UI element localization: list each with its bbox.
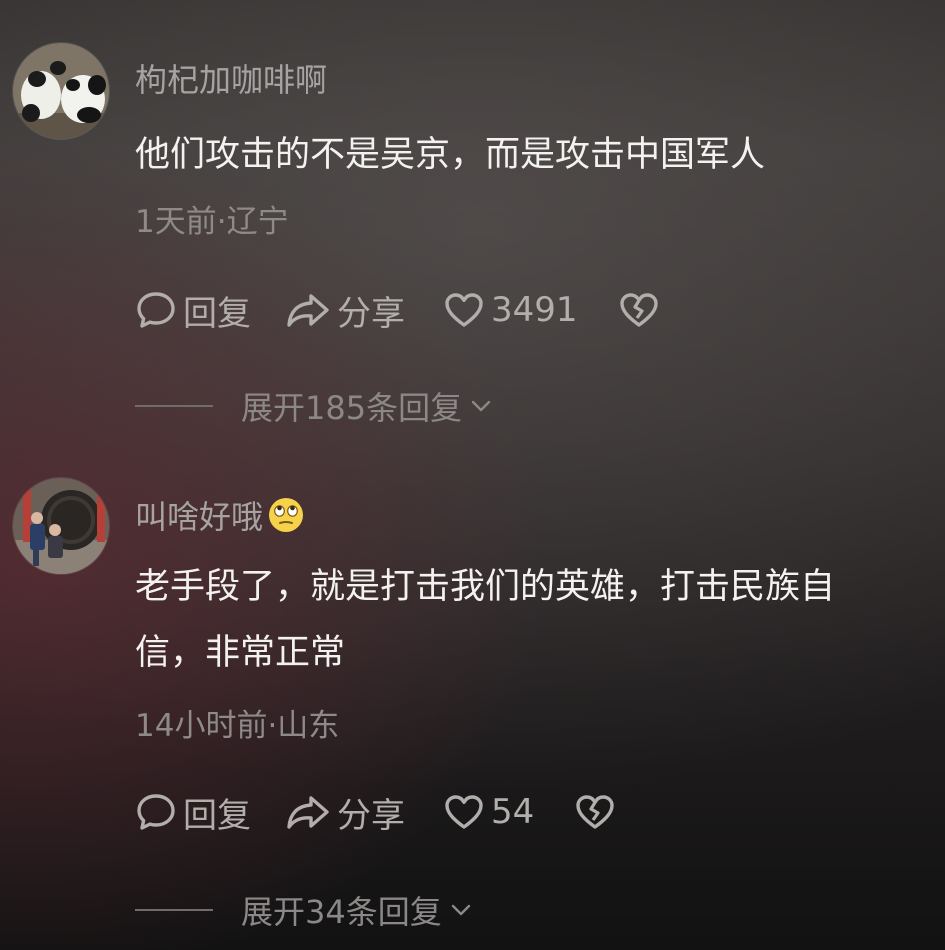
dislike-button[interactable] — [574, 793, 616, 831]
like-count: 3491 — [491, 290, 578, 330]
chevron-down-icon — [451, 904, 470, 916]
broken-heart-icon — [576, 795, 614, 829]
panda-photo-avatar — [13, 43, 109, 139]
expand-replies-button[interactable]: 展开185条回复 — [135, 386, 492, 427]
divider-line — [135, 909, 213, 911]
user-avatar[interactable] — [12, 42, 110, 140]
eye-roll-emoji — [269, 498, 304, 532]
username[interactable]: 叫啥好哦 — [135, 492, 305, 538]
comment-text: 老手段了，就是打击我们的英雄，打击民族自 信，非常正常 — [135, 567, 836, 673]
comment-actions: 回复 分享 54 — [135, 788, 616, 837]
reply-label: 回复 — [183, 795, 251, 836]
like-button[interactable]: 3491 — [443, 290, 578, 330]
like-count: 54 — [491, 792, 535, 832]
reply-bubble-icon — [137, 292, 175, 328]
share-label: 分享 — [337, 795, 405, 836]
expand-replies-label: 展开185条回复 — [241, 389, 463, 427]
comment-actions: 回复 分享 3491 — [135, 286, 660, 335]
like-button[interactable]: 54 — [443, 792, 534, 832]
reply-button[interactable]: 回复 — [135, 286, 251, 335]
username-text: 叫啥好哦 — [135, 498, 264, 536]
comment-item: 叫啥好哦 老手段了，就是打击我们的英雄，打击民族自 信，非常正常 14小时前·山… — [0, 472, 945, 950]
username[interactable]: 枸杞加咖啡啊 — [135, 55, 327, 101]
workers-photo-avatar — [13, 478, 109, 574]
heart-icon — [445, 293, 483, 327]
heart-icon — [445, 795, 483, 829]
comment-item: 枸杞加咖啡啊 他们攻击的不是吴京，而是攻击中国军人 1天前·辽宁 回复 分享 3… — [0, 0, 945, 470]
comment-meta: 14小时前·山东 — [135, 708, 340, 744]
share-arrow-icon — [287, 796, 329, 829]
share-label: 分享 — [337, 293, 405, 334]
comment-text: 他们攻击的不是吴京，而是攻击中国军人 — [135, 135, 766, 175]
divider-line — [135, 405, 213, 407]
expand-replies-button[interactable]: 展开34条回复 — [135, 890, 472, 931]
share-arrow-icon — [287, 294, 329, 327]
user-avatar[interactable] — [12, 477, 110, 575]
reply-button[interactable]: 回复 — [135, 788, 251, 837]
reply-bubble-icon — [137, 794, 175, 830]
broken-heart-icon — [619, 293, 658, 327]
dislike-button[interactable] — [618, 291, 660, 329]
chevron-down-icon — [471, 400, 491, 412]
reply-label: 回复 — [183, 293, 251, 334]
expand-replies-label: 展开34条回复 — [241, 893, 442, 931]
share-button[interactable]: 分享 — [285, 286, 405, 335]
share-button[interactable]: 分享 — [285, 788, 405, 837]
comment-meta: 1天前·辽宁 — [135, 204, 289, 240]
